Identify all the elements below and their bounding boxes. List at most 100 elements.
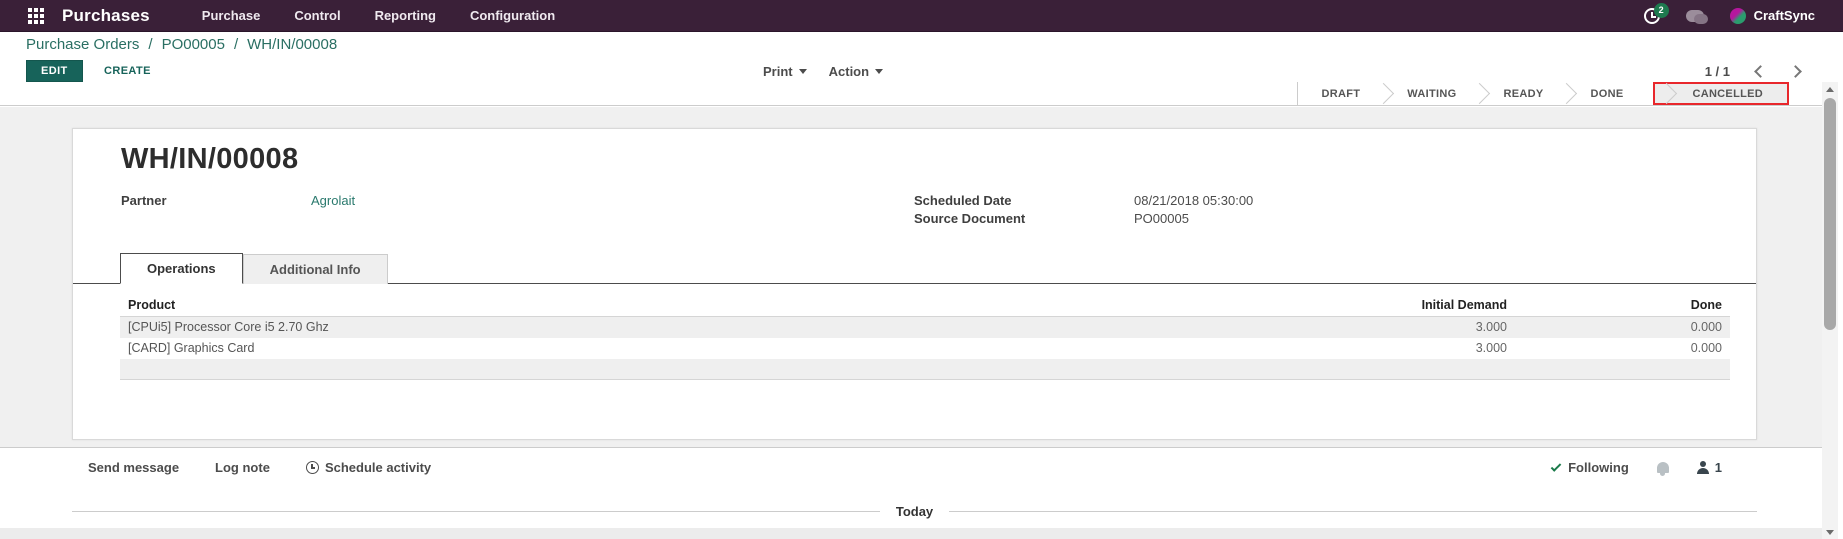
form-sheet-background: WH/IN/00008 Partner Agrolait Scheduled D… (0, 107, 1822, 448)
schedule-activity-label: Schedule activity (324, 460, 432, 475)
operations-table: Product Initial Demand Done [CPUi5] Proc… (120, 295, 1730, 380)
field-group-right: Scheduled Date 08/21/2018 05:30:00 Sourc… (914, 192, 1253, 228)
field-groups: Partner Agrolait Scheduled Date 08/21/20… (73, 192, 1756, 228)
column-done: Done (1515, 295, 1730, 317)
status-step-waiting[interactable]: WAITING (1383, 82, 1481, 105)
cell-product: [CARD] Graphics Card (128, 341, 255, 355)
log-note-button[interactable]: Log note (215, 460, 270, 475)
action-dropdown[interactable]: Action (828, 60, 884, 82)
messages-icon[interactable] (1685, 9, 1708, 24)
field-source-document: Source Document PO00005 (914, 210, 1253, 228)
person-icon (1696, 461, 1709, 474)
menu-item-control[interactable]: Control (294, 8, 340, 23)
column-product: Product (120, 295, 1285, 317)
table-row-empty[interactable] (120, 358, 1730, 380)
status-steps: DRAFT WAITING READY DONE CANCELLED (1296, 82, 1789, 105)
following-label: Following (1568, 460, 1629, 475)
company-logo-icon (1729, 7, 1746, 24)
today-label: Today (895, 504, 934, 519)
edit-button[interactable]: EDIT (26, 60, 83, 82)
breadcrumb: Purchase Orders / PO00005 / WH/IN/00008 (26, 36, 337, 53)
top-navbar: Purchases Purchase Control Reporting Con… (0, 0, 1843, 32)
tab-operations[interactable]: Operations (120, 253, 243, 284)
divider-line (72, 511, 880, 512)
cell-done: 0.000 (1690, 320, 1722, 335)
field-scheduled-date: Scheduled Date 08/21/2018 05:30:00 (914, 192, 1253, 210)
user-menu[interactable]: CraftSync (1729, 7, 1815, 24)
schedule-activity-button[interactable]: Schedule activity (305, 460, 432, 475)
button-row: EDIT CREATE Print Action 1 / 1 (0, 60, 1843, 84)
activity-badge: 2 (1653, 2, 1669, 18)
breadcrumb-po00005[interactable]: PO00005 (162, 36, 225, 53)
action-dropdowns: Print Action (763, 60, 884, 82)
cell-product: [CPUi5] Processor Core i5 2.70 Ghz (128, 320, 329, 335)
send-message-button[interactable]: Send message (88, 460, 179, 475)
followers-counter[interactable]: 1 (1696, 460, 1722, 475)
apps-grid-icon[interactable] (28, 7, 44, 24)
notebook-tabs: Operations Additional Info (73, 253, 1756, 284)
breadcrumb-purchase-orders[interactable]: Purchase Orders (26, 36, 139, 53)
pager: 1 / 1 (1704, 60, 1802, 82)
message-row-strip (0, 528, 1822, 539)
breadcrumb-separator: / (233, 36, 239, 53)
chatter-right: Following 1 (1550, 460, 1722, 476)
bell-icon[interactable] (1656, 462, 1669, 476)
field-group-left: Partner Agrolait (121, 192, 721, 228)
status-step-cancelled: CANCELLED (1692, 87, 1763, 100)
tab-additional-info[interactable]: Additional Info (242, 254, 388, 284)
scroll-up-icon[interactable] (1822, 82, 1838, 96)
divider-line (949, 511, 1758, 512)
following-toggle[interactable]: Following (1550, 460, 1629, 475)
status-step-ready[interactable]: READY (1479, 82, 1568, 105)
caret-down-icon (798, 68, 807, 74)
scrollbar-thumb[interactable] (1824, 98, 1836, 330)
app-title[interactable]: Purchases (62, 6, 150, 26)
breadcrumb-separator: / (148, 36, 153, 53)
table-row[interactable]: [CPUi5] Processor Core i5 2.70 Ghz 3.000… (120, 316, 1730, 338)
document-card: WH/IN/00008 Partner Agrolait Scheduled D… (72, 128, 1757, 440)
table-header-row: Product Initial Demand Done (120, 295, 1730, 317)
chatter: Send message Log note Schedule activity … (0, 448, 1822, 539)
source-document-label: Source Document (914, 211, 1026, 226)
pager-next-icon[interactable] (1789, 64, 1802, 78)
control-panel: Purchase Orders / PO00005 / WH/IN/00008 … (0, 32, 1843, 82)
status-step-draft[interactable]: DRAFT (1297, 82, 1385, 105)
scheduled-date-value: 08/21/2018 05:30:00 (1134, 193, 1254, 208)
page-title: WH/IN/00008 (121, 143, 299, 175)
menu-item-reporting[interactable]: Reporting (375, 8, 436, 23)
column-initial-demand: Initial Demand (1285, 295, 1515, 317)
status-step-cancelled-highlight[interactable]: CANCELLED (1653, 82, 1789, 105)
today-divider: Today (72, 504, 1758, 519)
partner-label: Partner (121, 193, 167, 208)
menu-item-purchase[interactable]: Purchase (202, 8, 261, 23)
print-label: Print (763, 63, 793, 79)
main-menu: Purchase Control Reporting Configuration (202, 8, 555, 23)
table-row[interactable]: [CARD] Graphics Card 3.000 0.000 (120, 338, 1730, 359)
action-label: Action (828, 63, 870, 79)
vertical-scrollbar[interactable] (1822, 82, 1838, 539)
create-button[interactable]: CREATE (104, 60, 151, 82)
status-step-done[interactable]: DONE (1566, 82, 1648, 105)
scroll-down-icon[interactable] (1822, 525, 1838, 539)
pager-count: 1 / 1 (1704, 63, 1730, 79)
follower-count: 1 (1714, 460, 1722, 475)
breadcrumb-current: WH/IN/00008 (247, 36, 338, 53)
caret-down-icon (875, 68, 884, 74)
pager-previous-icon[interactable] (1754, 64, 1767, 78)
step-arrow-icon (1656, 82, 1678, 105)
field-partner: Partner Agrolait (121, 192, 721, 210)
scheduled-date-label: Scheduled Date (914, 193, 1012, 208)
menu-item-configuration[interactable]: Configuration (470, 8, 555, 23)
cell-product (120, 359, 1285, 380)
cell-initial-demand: 3.000 (1475, 320, 1507, 335)
activity-menu[interactable]: 2 (1643, 2, 1669, 24)
navbar-right: 2 CraftSync (1643, 2, 1815, 24)
cell-done: 0.000 (1690, 341, 1722, 355)
statusbar: DRAFT WAITING READY DONE CANCELLED (0, 82, 1822, 106)
print-dropdown[interactable]: Print (763, 60, 807, 82)
partner-link[interactable]: Agrolait (311, 192, 355, 210)
clock-icon (305, 461, 319, 474)
user-name: CraftSync (1753, 8, 1815, 23)
chatter-buttons: Send message Log note Schedule activity (88, 460, 431, 475)
check-icon (1550, 460, 1562, 472)
